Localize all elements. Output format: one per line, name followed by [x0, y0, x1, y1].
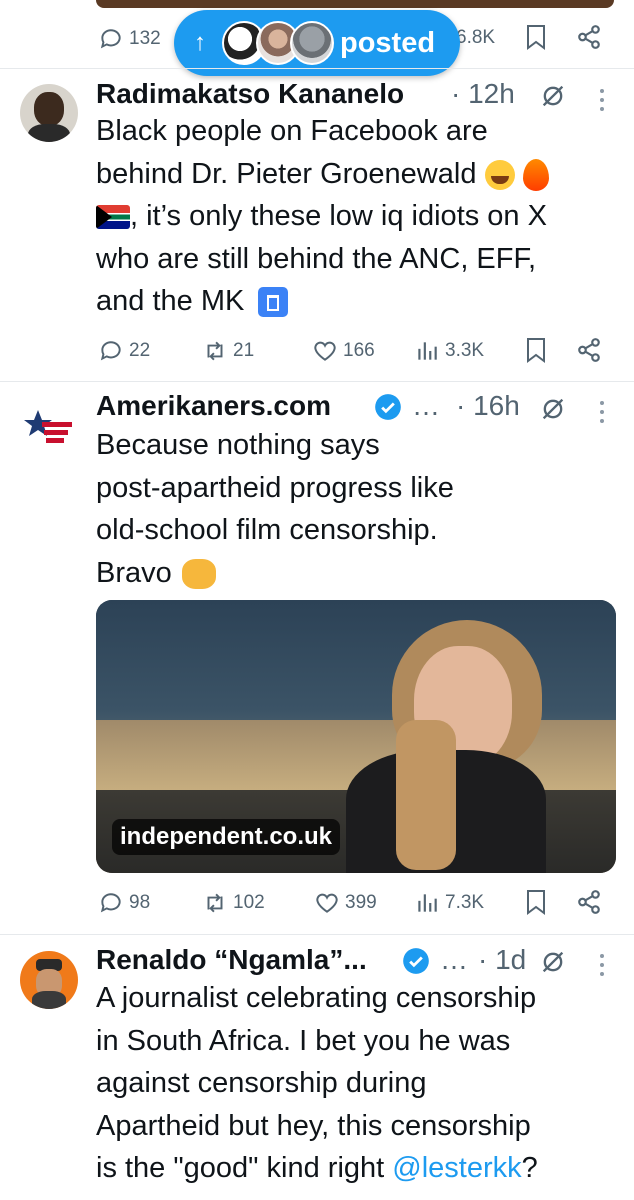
- avatar[interactable]: [20, 84, 78, 142]
- display-name[interactable]: Amerikaners.com: [96, 390, 331, 422]
- more-options-button[interactable]: [600, 89, 604, 111]
- heart-icon: [314, 341, 336, 361]
- views-button[interactable]: 7.3K: [414, 890, 484, 916]
- display-name[interactable]: Renaldo “Ngamla”...: [96, 944, 367, 976]
- reply-count: 132: [129, 28, 161, 49]
- repost-icon: [207, 341, 223, 361]
- verified-badge-icon: [402, 947, 430, 980]
- pill-label: posted: [340, 26, 436, 59]
- divider: [0, 68, 634, 69]
- post-time: · 12h: [451, 78, 515, 109]
- arrow-up-icon: ↑: [194, 29, 206, 56]
- bookmark-icon: [527, 890, 545, 915]
- repost-button[interactable]: 102: [202, 890, 265, 916]
- share-icon: [578, 890, 600, 914]
- share-icon: [578, 338, 600, 362]
- bookmark-icon: [527, 338, 545, 363]
- share-button[interactable]: [576, 889, 602, 920]
- post-text: Because nothing says post-apartheid prog…: [96, 429, 454, 589]
- reply-icon: [100, 341, 121, 361]
- pill-avatar-3: [290, 21, 334, 65]
- views-button[interactable]: 3.3K: [414, 338, 484, 364]
- views-icon: [418, 894, 437, 912]
- name-truncation: …: [412, 390, 440, 421]
- reply-button[interactable]: 22: [98, 338, 150, 364]
- like-button[interactable]: 166: [312, 338, 375, 364]
- reply-button-top[interactable]: 132: [98, 26, 161, 52]
- bookmark-button[interactable]: [524, 337, 548, 368]
- share-button[interactable]: [576, 337, 602, 368]
- previous-post-image-strip: [96, 0, 614, 8]
- laughing-emoji: [484, 159, 515, 190]
- post-text: A journalist celebrating censorship in S…: [96, 982, 538, 1184]
- divider: [0, 381, 634, 382]
- repost-icon: [207, 893, 223, 913]
- new-posts-pill[interactable]: ↑ posted: [174, 10, 460, 76]
- bookmark-button[interactable]: [524, 889, 548, 920]
- bookmark-icon: [527, 25, 545, 50]
- bookmark-button-top[interactable]: [524, 24, 548, 55]
- like-button[interactable]: 399: [314, 890, 377, 916]
- south-africa-flag-emoji: [96, 205, 130, 230]
- avatar[interactable]: [20, 951, 78, 1009]
- more-options-button[interactable]: [600, 401, 604, 423]
- reply-button[interactable]: 98: [98, 890, 150, 916]
- more-options-button[interactable]: [600, 954, 604, 976]
- litter-bin-emoji: [258, 287, 289, 318]
- heart-icon: [316, 893, 338, 913]
- post-time: · 1d: [478, 944, 527, 975]
- card-domain-label: independent.co.uk: [112, 819, 341, 855]
- post-time: · 16h: [456, 390, 520, 421]
- repost-button[interactable]: 21: [202, 338, 254, 364]
- mention-link[interactable]: @lesterkk: [392, 1152, 521, 1184]
- display-name[interactable]: Radimakatso Kananelo: [96, 78, 404, 110]
- divider: [0, 934, 634, 935]
- share-button-top[interactable]: [576, 24, 602, 55]
- share-icon: [578, 25, 600, 49]
- link-card[interactable]: independent.co.uk: [96, 600, 616, 873]
- fire-emoji: [522, 158, 549, 191]
- avatar[interactable]: [20, 398, 78, 456]
- post-text: Black people on Facebook are behind Dr. …: [96, 115, 549, 318]
- verified-badge-icon: [374, 393, 402, 426]
- views-icon: [418, 342, 437, 360]
- views-count-top: 6.8K: [456, 27, 496, 48]
- name-truncation: …: [440, 944, 468, 975]
- reply-icon: [100, 893, 121, 913]
- pill-avatars: [222, 21, 334, 65]
- reply-icon: [100, 29, 121, 49]
- clapping-hands-emoji: [181, 558, 216, 589]
